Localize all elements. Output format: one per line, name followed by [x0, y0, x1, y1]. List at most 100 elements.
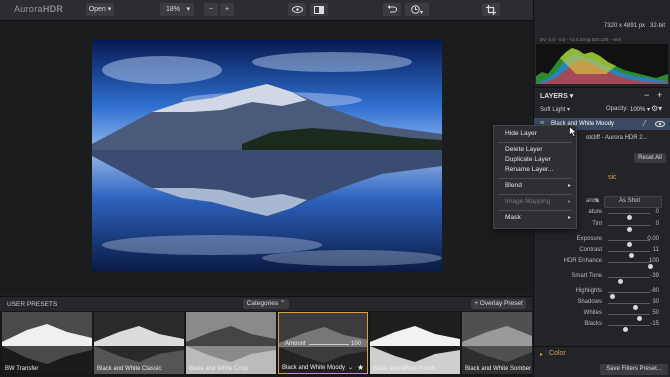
slider-row[interactable]: Contrast 11	[534, 247, 670, 258]
edited-photo[interactable]	[92, 40, 442, 272]
categories-dropdown[interactable]: Categories ⌃	[243, 299, 289, 309]
zoom-select[interactable]: 18% ▾	[160, 3, 194, 16]
slider-track[interactable]	[608, 251, 650, 258]
slider-track[interactable]	[608, 225, 650, 232]
slider-row[interactable]: HDR Enhance 100	[534, 258, 670, 269]
slider-knob[interactable]	[629, 252, 635, 258]
slider-knob[interactable]	[618, 278, 624, 284]
slider-row[interactable]: Highlights -80	[534, 288, 670, 299]
chevron-right-icon: ▸	[540, 352, 544, 358]
overlay-preset-label: + Overlay Preset	[474, 300, 523, 307]
menu-item-mask[interactable]: Mask	[505, 214, 521, 221]
slider-knob[interactable]	[626, 241, 632, 247]
slider-track[interactable]	[608, 213, 650, 220]
slider-row[interactable]: Smart Tone -39	[534, 273, 670, 284]
slider-label: HDR Enhance	[563, 258, 602, 264]
preset-thumbnail[interactable]: BW Transfer	[2, 312, 92, 374]
preset-preview-image	[94, 312, 184, 374]
preset-thumbnail[interactable]: Black and White Crisp	[186, 312, 276, 374]
categories-label: Categories ⌃	[246, 300, 286, 307]
eye-icon[interactable]	[655, 121, 665, 127]
menu-item-image-mapping: Image Mapping	[505, 198, 551, 205]
save-filters-preset-button[interactable]: Save Filters Preset...	[600, 364, 668, 375]
star-icon[interactable]: ★	[357, 363, 364, 372]
minus-icon: −	[208, 6, 214, 13]
slider-value[interactable]: 100	[649, 258, 659, 264]
preset-thumbnail[interactable]: Black and White Somber	[462, 312, 532, 374]
basic-section-title[interactable]: sic	[608, 174, 617, 181]
slider-track[interactable]	[608, 240, 650, 247]
mouse-cursor	[569, 126, 577, 137]
menu-item-delete-layer[interactable]: Delete Layer	[505, 146, 542, 153]
slider-knob[interactable]	[632, 304, 638, 310]
slider-value[interactable]: -39	[650, 273, 659, 279]
slider-knob[interactable]	[626, 214, 632, 220]
slider-track[interactable]	[608, 262, 653, 269]
amount-label: Amount	[285, 341, 306, 347]
menu-item-hide-layer[interactable]: Hide Layer	[505, 130, 537, 137]
zoom-out-button[interactable]: −	[204, 3, 218, 16]
slider-label: Blacks	[584, 321, 602, 327]
history-button[interactable]: ▾	[405, 3, 429, 16]
compare-button[interactable]	[310, 3, 328, 16]
slider-track[interactable]	[608, 277, 650, 284]
amount-slider[interactable]	[309, 344, 349, 345]
slider-row[interactable]: Whites 50	[534, 310, 670, 321]
zoom-in-button[interactable]: +	[220, 3, 234, 16]
slider-value[interactable]: -15	[650, 321, 659, 327]
open-button[interactable]: Open ▾	[86, 3, 114, 16]
slider-row[interactable]: Exposure 0.00	[534, 236, 670, 247]
overlay-preset-button[interactable]: + Overlay Preset	[471, 299, 526, 309]
gear-icon[interactable]: ⚙▾	[651, 104, 662, 113]
slider-value[interactable]: 50	[652, 310, 659, 316]
menu-item-duplicate-layer[interactable]: Duplicate Layer	[505, 156, 551, 163]
slider-knob[interactable]	[647, 263, 653, 269]
remove-layer-button[interactable]: −	[644, 90, 649, 100]
menu-item-blend[interactable]: Blend	[505, 182, 522, 189]
slider-knob[interactable]	[637, 315, 642, 321]
add-layer-button[interactable]: +	[657, 90, 662, 100]
preset-thumbnail[interactable]: Black and White Punch	[370, 312, 460, 374]
slider-track[interactable]	[608, 292, 650, 299]
slider-row[interactable]: Blacks -15	[534, 321, 670, 332]
preset-thumbnail-selected[interactable]: Amount 100 Black and White Moody ⌄ ★	[278, 312, 368, 374]
eyedropper-icon[interactable]: ✎	[594, 197, 600, 205]
slider-value[interactable]: -80	[650, 288, 659, 294]
slider-knob[interactable]	[626, 226, 632, 232]
slider-value[interactable]: 30	[652, 299, 659, 305]
slider-value[interactable]: 11	[653, 247, 659, 253]
opacity-select[interactable]: 100% ▾	[630, 106, 650, 113]
reset-all-label: Reset All	[638, 155, 662, 161]
slider-value[interactable]: 0	[656, 221, 659, 227]
brush-icon[interactable]: ⁄	[644, 119, 645, 128]
blend-mode-select[interactable]: Soft Light ▾	[540, 106, 570, 113]
slider-value[interactable]: 0	[656, 209, 659, 215]
presets-title: USER PRESETS	[7, 301, 58, 308]
chevron-down-icon[interactable]: ⌄	[348, 364, 353, 371]
crop-button[interactable]	[482, 3, 500, 16]
preset-label: Black and White Classic	[97, 366, 162, 372]
menu-divider	[498, 210, 572, 211]
layers-title[interactable]: LAYERS ▾	[540, 92, 573, 100]
undo-button[interactable]	[383, 3, 401, 16]
slider-knob[interactable]	[609, 293, 615, 299]
white-balance-select[interactable]: As Shot	[604, 196, 662, 208]
reset-all-button[interactable]: Reset All	[634, 153, 666, 163]
slider-track[interactable]	[608, 303, 650, 310]
submenu-arrow-icon: ▸	[567, 199, 571, 205]
save-preset-label: Save Filters Preset...	[606, 366, 662, 372]
slider-row[interactable]: Shadows 30	[534, 299, 670, 310]
crop-icon	[486, 4, 496, 15]
preview-button[interactable]	[288, 3, 306, 16]
zoom-value: 18%	[166, 6, 181, 13]
preset-thumbnail[interactable]: Black and White Classic	[94, 312, 184, 374]
submenu-arrow-icon: ▸	[567, 183, 571, 189]
menu-item-rename-layer[interactable]: Rename Layer...	[505, 166, 553, 173]
slider-value[interactable]: 0.00	[647, 236, 659, 242]
undo-icon	[387, 5, 397, 13]
color-section-header[interactable]: ▸ Color	[534, 346, 670, 361]
slider-track[interactable]	[608, 325, 650, 332]
slider-track[interactable]	[608, 314, 650, 321]
layer-context-menu: Hide Layer Delete Layer Duplicate Layer …	[493, 125, 577, 229]
slider-knob[interactable]	[623, 326, 629, 332]
